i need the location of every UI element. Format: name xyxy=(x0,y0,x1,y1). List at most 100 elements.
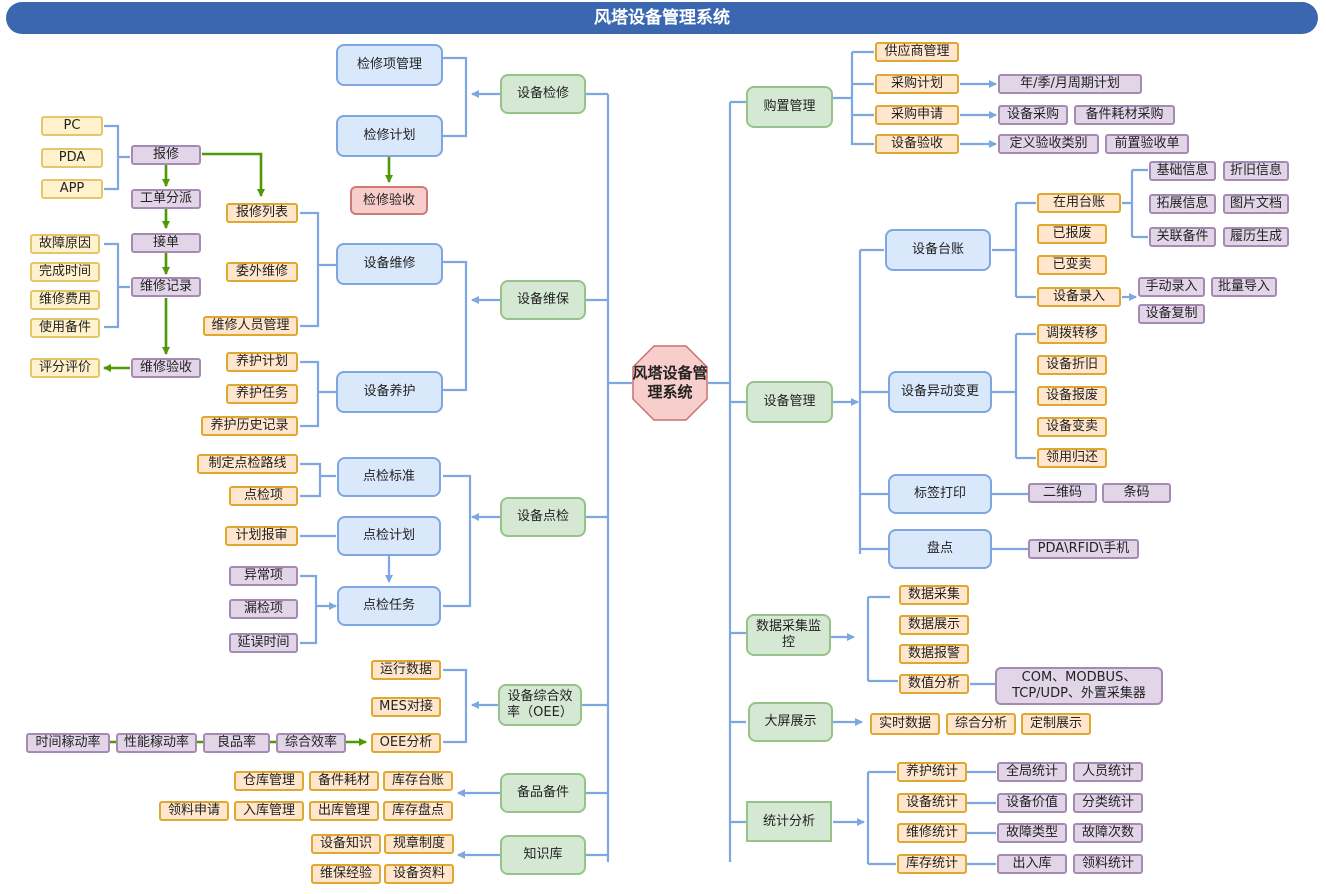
spares-stocktake[interactable]: 库存盘点 xyxy=(383,801,453,821)
module-spot-check[interactable]: 设备点检 xyxy=(500,497,586,537)
node-check-standard[interactable]: 点检标准 xyxy=(337,457,441,497)
inuse-linked-spares[interactable]: 关联备件 xyxy=(1149,227,1216,247)
ledger-scrapped[interactable]: 已报废 xyxy=(1037,224,1107,244)
node-inspection-acceptance[interactable]: 检修验收 xyxy=(350,186,428,215)
metric-yield[interactable]: 良品率 xyxy=(203,733,270,753)
item-check-point[interactable]: 点检项 xyxy=(229,486,298,506)
step-report[interactable]: 报修 xyxy=(131,145,201,165)
item-repair-list[interactable]: 报修列表 xyxy=(226,203,298,223)
purchase-acceptance[interactable]: 设备验收 xyxy=(875,134,959,154)
module-data-collect[interactable]: 数据采集监控 xyxy=(746,614,831,656)
stat-staff[interactable]: 人员统计 xyxy=(1073,762,1143,782)
ledger-entry[interactable]: 设备录入 xyxy=(1037,287,1121,307)
item-delay[interactable]: 延误时间 xyxy=(229,633,298,653)
change-borrow-return[interactable]: 领用归还 xyxy=(1037,448,1107,468)
stat-repair[interactable]: 维修统计 xyxy=(897,823,967,843)
stat-stock[interactable]: 库存统计 xyxy=(897,854,967,874)
kb-device[interactable]: 设备知识 xyxy=(311,834,381,854)
node-check-plan[interactable]: 点检计划 xyxy=(337,516,441,556)
item-repair-staff[interactable]: 维修人员管理 xyxy=(203,316,298,336)
spares-inbound[interactable]: 入库管理 xyxy=(234,801,304,821)
item-oee-analysis[interactable]: OEE分析 xyxy=(371,733,441,753)
change-sale[interactable]: 设备变卖 xyxy=(1037,417,1107,437)
stat-fault-count[interactable]: 故障次数 xyxy=(1073,823,1143,843)
node-check-task[interactable]: 点检任务 xyxy=(337,586,441,626)
item-check-route[interactable]: 制定点检路线 xyxy=(197,454,298,474)
field-finish-time[interactable]: 完成时间 xyxy=(30,262,100,282)
stat-upkeep[interactable]: 养护统计 xyxy=(897,762,967,782)
inuse-basic-info[interactable]: 基础信息 xyxy=(1149,161,1216,181)
item-abnormal[interactable]: 异常项 xyxy=(229,566,298,586)
stat-device[interactable]: 设备统计 xyxy=(897,793,967,813)
root-node[interactable]: 风塔设备管理系统 xyxy=(632,345,708,421)
node-inspection-plan[interactable]: 检修计划 xyxy=(336,115,443,157)
step-repair-acceptance[interactable]: 维修验收 xyxy=(131,358,201,378)
inventory-methods[interactable]: PDA\RFID\手机 xyxy=(1028,539,1139,559)
source-pda[interactable]: PDA xyxy=(41,148,103,168)
module-spares[interactable]: 备品备件 xyxy=(500,773,586,813)
metric-overall[interactable]: 综合效率 xyxy=(276,733,346,753)
step-accept-order[interactable]: 接单 xyxy=(131,233,201,253)
label-barcode[interactable]: 条码 xyxy=(1102,483,1171,503)
stat-in-out[interactable]: 出入库 xyxy=(997,854,1067,874)
item-upkeep-history[interactable]: 养护历史记录 xyxy=(201,416,298,436)
module-statistics[interactable]: 统计分析 xyxy=(746,801,832,842)
accept-pre-form[interactable]: 前置验收单 xyxy=(1105,134,1189,154)
item-run-data[interactable]: 运行数据 xyxy=(371,660,441,680)
spares-outbound[interactable]: 出库管理 xyxy=(309,801,379,821)
item-upkeep-task[interactable]: 养护任务 xyxy=(226,384,298,404)
item-upkeep-plan[interactable]: 养护计划 xyxy=(226,352,298,372)
analysis-protocols[interactable]: COM、MODBUS、TCP/UDP、外置采集器 xyxy=(995,667,1163,705)
field-used-spares[interactable]: 使用备件 xyxy=(30,318,100,338)
item-missed[interactable]: 漏检项 xyxy=(229,599,298,619)
entry-copy[interactable]: 设备复制 xyxy=(1138,304,1205,324)
step-dispatch[interactable]: 工单分派 xyxy=(131,189,201,209)
inuse-depreciation-info[interactable]: 折旧信息 xyxy=(1223,161,1289,181)
node-repair[interactable]: 设备维修 xyxy=(336,243,443,285)
collect-acquire[interactable]: 数据采集 xyxy=(899,585,969,605)
kb-rules[interactable]: 规章制度 xyxy=(384,834,454,854)
field-repair-cost[interactable]: 维修费用 xyxy=(30,290,100,310)
source-app[interactable]: APP xyxy=(41,179,103,199)
change-scrap[interactable]: 设备报废 xyxy=(1037,386,1107,406)
spares-ledger[interactable]: 库存台账 xyxy=(383,771,453,791)
module-maintenance[interactable]: 设备维保 xyxy=(500,280,586,320)
metric-perf-util[interactable]: 性能稼动率 xyxy=(116,733,197,753)
plan-period[interactable]: 年/季/月周期计划 xyxy=(998,74,1142,94)
item-plan-review[interactable]: 计划报审 xyxy=(225,526,298,546)
node-upkeep[interactable]: 设备养护 xyxy=(336,371,443,413)
collect-display[interactable]: 数据展示 xyxy=(899,615,969,635)
entry-manual[interactable]: 手动录入 xyxy=(1138,277,1205,297)
inuse-history[interactable]: 履历生成 xyxy=(1223,227,1289,247)
screen-realtime[interactable]: 实时数据 xyxy=(870,713,940,735)
kb-documents[interactable]: 设备资料 xyxy=(384,864,454,884)
ledger-sold[interactable]: 已变卖 xyxy=(1037,255,1107,275)
collect-alarm[interactable]: 数据报警 xyxy=(899,644,969,664)
purchase-plan[interactable]: 采购计划 xyxy=(875,74,959,94)
metric-time-util[interactable]: 时间稼动率 xyxy=(26,733,110,753)
module-big-screen[interactable]: 大屏展示 xyxy=(748,702,833,742)
module-inspection[interactable]: 设备检修 xyxy=(500,74,586,114)
item-outsource-repair[interactable]: 委外维修 xyxy=(226,262,298,282)
node-change[interactable]: 设备异动变更 xyxy=(888,371,992,413)
stat-device-value[interactable]: 设备价值 xyxy=(997,793,1067,813)
purchase-supplier[interactable]: 供应商管理 xyxy=(875,42,959,62)
collect-analysis[interactable]: 数值分析 xyxy=(899,674,969,694)
node-inspection-item-mgmt[interactable]: 检修项管理 xyxy=(336,44,443,86)
kb-experience[interactable]: 维保经验 xyxy=(311,864,381,884)
spares-consumables[interactable]: 备件耗材 xyxy=(309,771,379,791)
screen-custom[interactable]: 定制展示 xyxy=(1021,713,1091,735)
module-device-mgmt[interactable]: 设备管理 xyxy=(746,381,833,423)
item-mes[interactable]: MES对接 xyxy=(371,697,441,717)
module-oee[interactable]: 设备综合效率（OEE） xyxy=(498,684,582,726)
ledger-in-use[interactable]: 在用台账 xyxy=(1037,193,1121,213)
node-label-print[interactable]: 标签打印 xyxy=(888,474,992,514)
source-pc[interactable]: PC xyxy=(41,116,103,136)
step-rating[interactable]: 评分评价 xyxy=(30,358,100,378)
purchase-request[interactable]: 采购申请 xyxy=(875,105,959,125)
screen-analysis[interactable]: 综合分析 xyxy=(946,713,1016,735)
spares-warehouse[interactable]: 仓库管理 xyxy=(234,771,304,791)
label-qrcode[interactable]: 二维码 xyxy=(1028,483,1097,503)
module-knowledge[interactable]: 知识库 xyxy=(500,835,586,875)
node-inventory[interactable]: 盘点 xyxy=(888,529,992,569)
